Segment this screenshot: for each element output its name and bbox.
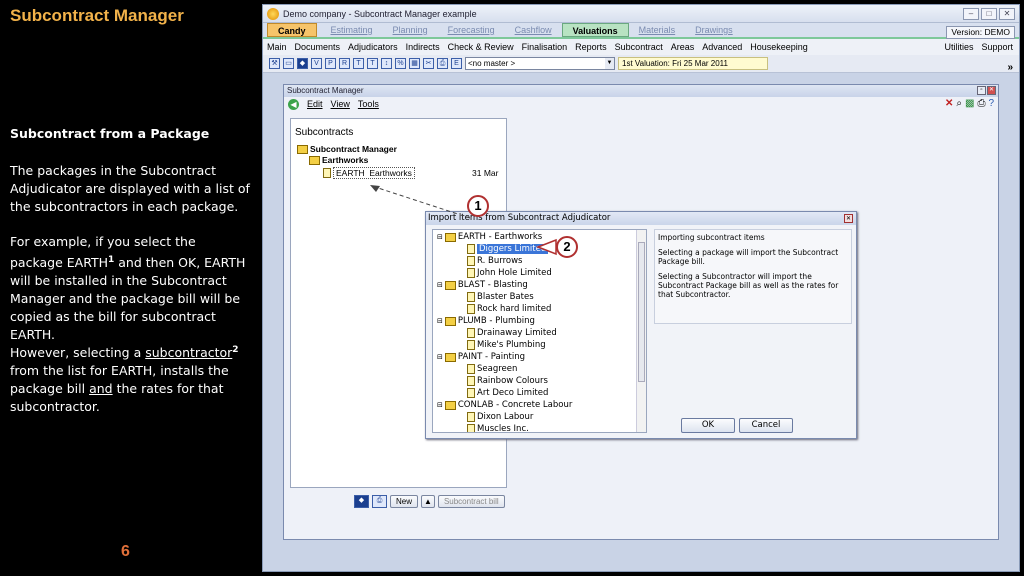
slide: Subcontract Manager Subcontract from a P… (0, 0, 1024, 576)
